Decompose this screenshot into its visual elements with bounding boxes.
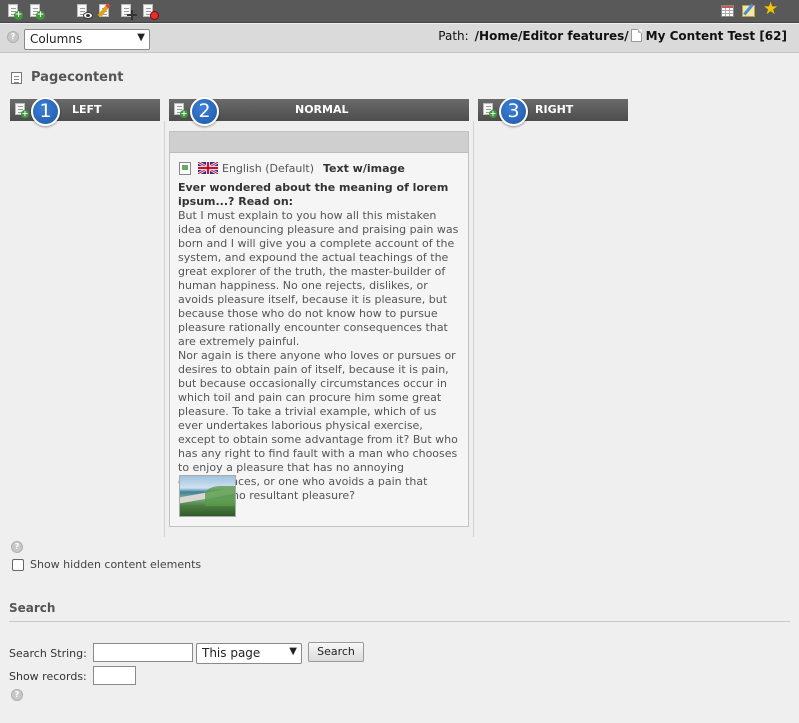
view-bar: ? Columns ▼ Path: /Home/Editor features/M… <box>0 24 799 53</box>
search-string-label: Search String: <box>9 647 87 660</box>
text-image-icon[interactable] <box>179 162 191 175</box>
column-label: RIGHT <box>535 103 574 116</box>
page-icon <box>630 29 642 42</box>
content-thumbnail-image <box>179 475 236 517</box>
top-toolbar: + + ★ <box>0 0 799 23</box>
view-mode-select[interactable]: Columns ▼ <box>24 29 150 50</box>
list-view-icon[interactable] <box>720 3 736 19</box>
content-element-meta: English (Default) Text w/image <box>179 162 405 176</box>
page-history-icon[interactable] <box>141 3 159 20</box>
show-hidden-checkbox[interactable] <box>12 559 24 571</box>
uk-flag-icon <box>198 162 218 174</box>
search-input[interactable] <box>93 643 193 662</box>
column-number-badge: 1 <box>31 97 60 126</box>
view-page-icon[interactable] <box>75 3 93 19</box>
move-page-icon[interactable] <box>119 3 137 20</box>
content-element-body: Ever wondered about the meaning of lorem… <box>178 181 462 503</box>
new-content-icon[interactable]: + <box>15 103 29 118</box>
path-location: /Home/Editor features/ <box>474 29 629 43</box>
edit-page-icon[interactable] <box>97 3 113 19</box>
view-mode-value: Columns <box>30 32 83 46</box>
search-section-title: Search <box>9 601 56 615</box>
column-divider <box>164 121 165 537</box>
show-records-label: Show records: <box>9 670 87 683</box>
show-hidden-label: Show hidden content elements <box>30 558 202 571</box>
search-button[interactable]: Search <box>308 642 364 662</box>
content-element-header[interactable] <box>170 132 468 153</box>
help-icon[interactable]: ? <box>11 689 23 701</box>
clipboard-icon[interactable] <box>741 3 757 19</box>
column-label: NORMAL <box>295 103 349 116</box>
breadcrumb: Path: /Home/Editor features/My Content Te… <box>438 29 787 43</box>
bookmark-star-icon[interactable]: ★ <box>763 0 779 19</box>
content-headline: Ever wondered about the meaning of lorem… <box>178 181 449 208</box>
content-paragraph: But I must explain to you how all this m… <box>178 209 459 348</box>
help-icon[interactable]: ? <box>11 541 23 553</box>
new-record-icon[interactable]: + <box>6 3 23 20</box>
column-number-badge: 3 <box>499 97 528 126</box>
path-label: Path: <box>438 29 469 43</box>
chevron-down-icon: ▼ <box>289 646 297 657</box>
content-type-label: Text w/image <box>323 162 405 175</box>
search-scope-value: This page <box>202 646 261 660</box>
help-icon[interactable]: ? <box>7 31 19 43</box>
page-title: My Content Test [62] <box>645 29 787 43</box>
page-content-icon <box>11 72 22 84</box>
column-number-badge: 2 <box>190 97 219 126</box>
column-divider <box>473 121 474 537</box>
new-content-icon[interactable]: + <box>174 103 188 118</box>
language-label: English (Default) <box>222 162 314 175</box>
content-element[interactable]: English (Default) Text w/image Ever wonde… <box>169 131 469 527</box>
chevron-down-icon: ▼ <box>137 32 145 43</box>
new-page-icon[interactable]: + <box>28 3 45 20</box>
search-scope-select[interactable]: This page ▼ <box>196 643 302 664</box>
show-records-input[interactable] <box>93 666 136 685</box>
new-content-icon[interactable]: + <box>483 103 497 118</box>
divider <box>9 621 790 622</box>
section-title: Pagecontent <box>31 70 124 85</box>
column-label: LEFT <box>72 103 102 116</box>
